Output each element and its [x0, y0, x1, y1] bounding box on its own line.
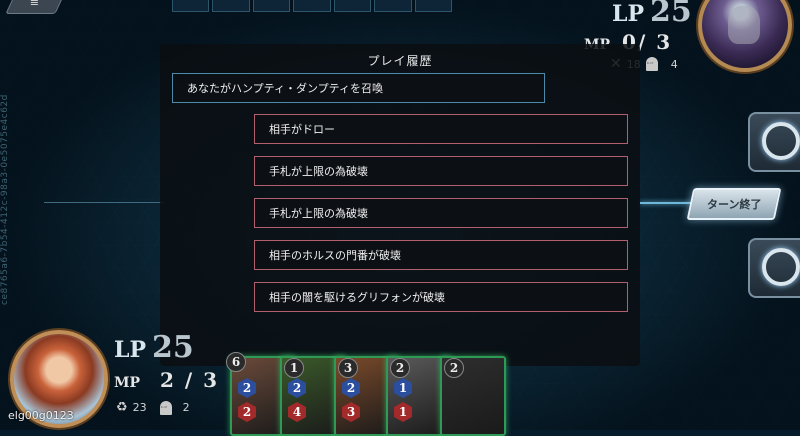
card-health: 1	[394, 402, 412, 422]
player-mp-label: MP	[114, 375, 141, 391]
opponent-hand-cards	[172, 0, 452, 12]
opponent-field-orb[interactable]	[748, 112, 800, 172]
player-mana-points: MP 2 / 3	[114, 368, 219, 392]
player-lp-label: LP	[114, 337, 147, 363]
opponent-life-points: LP 25	[612, 0, 692, 29]
player-lp-value: 25	[152, 330, 194, 365]
history-entry: あなたがハンプティ・ダンプティを召喚	[172, 73, 545, 103]
card-cost: 1	[284, 358, 304, 378]
card-health: 4	[288, 402, 306, 422]
deck-icon: ♻	[116, 400, 128, 415]
menu-button[interactable]: ≡	[5, 0, 65, 14]
turn-end-label: ターン終了	[706, 198, 762, 211]
tombstone-icon	[645, 57, 658, 71]
card-health: 2	[238, 402, 256, 422]
player-deck-count: 23	[132, 401, 147, 414]
turn-indicator-line	[640, 202, 692, 204]
session-id: ce8765a6-7b54-412c-98a3-0e5075e4c62d	[0, 94, 10, 305]
card-attack: 2	[342, 378, 360, 398]
card-attack: 2	[288, 378, 306, 398]
turn-end-button[interactable]: ターン終了	[686, 188, 782, 220]
history-entry: 手札が上限の為破壊	[254, 156, 628, 186]
orb-icon	[762, 122, 800, 160]
player-stats: ♻ 23 2	[116, 400, 190, 415]
card-attack: 2	[238, 378, 256, 398]
opponent-lp-label: LP	[612, 1, 645, 27]
card-health: 3	[342, 402, 360, 422]
player-name: elg00g0123	[8, 409, 74, 422]
card-cost: 6	[226, 352, 246, 372]
history-entry: 手札が上限の為破壊	[254, 198, 628, 228]
field-divider	[44, 202, 164, 203]
tombstone-icon	[159, 400, 172, 415]
history-entry: 相手がドロー	[254, 114, 628, 144]
history-entry: 相手のホルスの門番が破壊	[254, 240, 628, 270]
player-mp-value: 2 / 3	[160, 368, 220, 392]
play-history-panel[interactable]: プレイ履歴 あなたがハンプティ・ダンプティを召喚 相手がドロー 手札が上限の為破…	[160, 44, 640, 366]
card-cost: 2	[390, 358, 410, 378]
menu-icon: ≡	[29, 0, 39, 9]
opponent-lp-value: 25	[650, 0, 692, 29]
card-attack: 1	[394, 378, 412, 398]
opponent-deck-count: 4	[670, 57, 678, 71]
hand-card[interactable]: 2	[440, 356, 506, 436]
orb-icon	[762, 248, 800, 286]
player-field-orb[interactable]	[748, 238, 800, 298]
player-life-points: LP 25	[114, 330, 194, 365]
play-history-title: プレイ履歴	[367, 54, 433, 68]
card-cost: 2	[444, 358, 464, 378]
player-tomb-count: 2	[182, 401, 190, 414]
history-entry: 相手の闇を駆けるグリフォンが破壊	[254, 282, 628, 312]
card-cost: 3	[338, 358, 358, 378]
